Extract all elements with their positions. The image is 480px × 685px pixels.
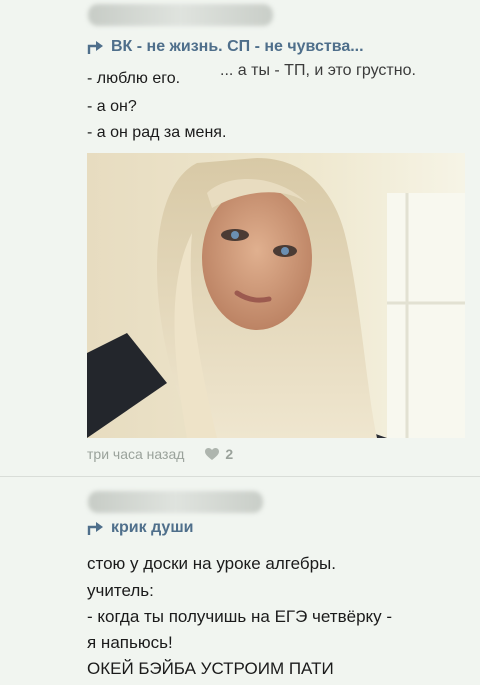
heart-icon[interactable] (204, 447, 220, 461)
repost-arrow-icon (87, 522, 103, 535)
photo-image (87, 153, 465, 438)
repost-title: ВК - не жизнь. СП - не чувства... (111, 38, 364, 55)
post-timestamp[interactable]: три часа назад (87, 446, 184, 462)
author-name-blurred[interactable] (88, 491, 263, 513)
post-side-note: ... а ты - ТП, и это грустно. (220, 62, 416, 79)
post-card: крик души стою у доски на уроке алгебры.… (0, 476, 480, 685)
post-text-line: учитель: (87, 581, 154, 600)
post-photo[interactable] (87, 153, 465, 438)
post-text-line: - люблю его. (87, 70, 181, 87)
post-text-line: ОКЕЙ БЭЙБА УСТРОИМ ПАТИ (87, 659, 334, 678)
repost-source-link[interactable]: крик души (87, 519, 194, 537)
post-text-line: я напьюсь! (87, 633, 173, 652)
post-meta: три часа назад 2 (87, 446, 233, 462)
repost-title: крик души (111, 519, 194, 536)
post-text-line: стою у доски на уроке алгебры. (87, 554, 336, 573)
post-text-line: - а он? (87, 98, 137, 115)
repost-arrow-icon (87, 41, 103, 54)
author-name-blurred[interactable] (88, 4, 273, 26)
post-text-line: - а он рад за меня. (87, 124, 227, 141)
like-count: 2 (225, 446, 234, 462)
post-text-line: - когда ты получишь на ЕГЭ четвёрку - (87, 607, 393, 626)
repost-source-link[interactable]: ВК - не жизнь. СП - не чувства... (87, 38, 364, 56)
post-card: ВК - не жизнь. СП - не чувства... - любл… (0, 0, 480, 476)
